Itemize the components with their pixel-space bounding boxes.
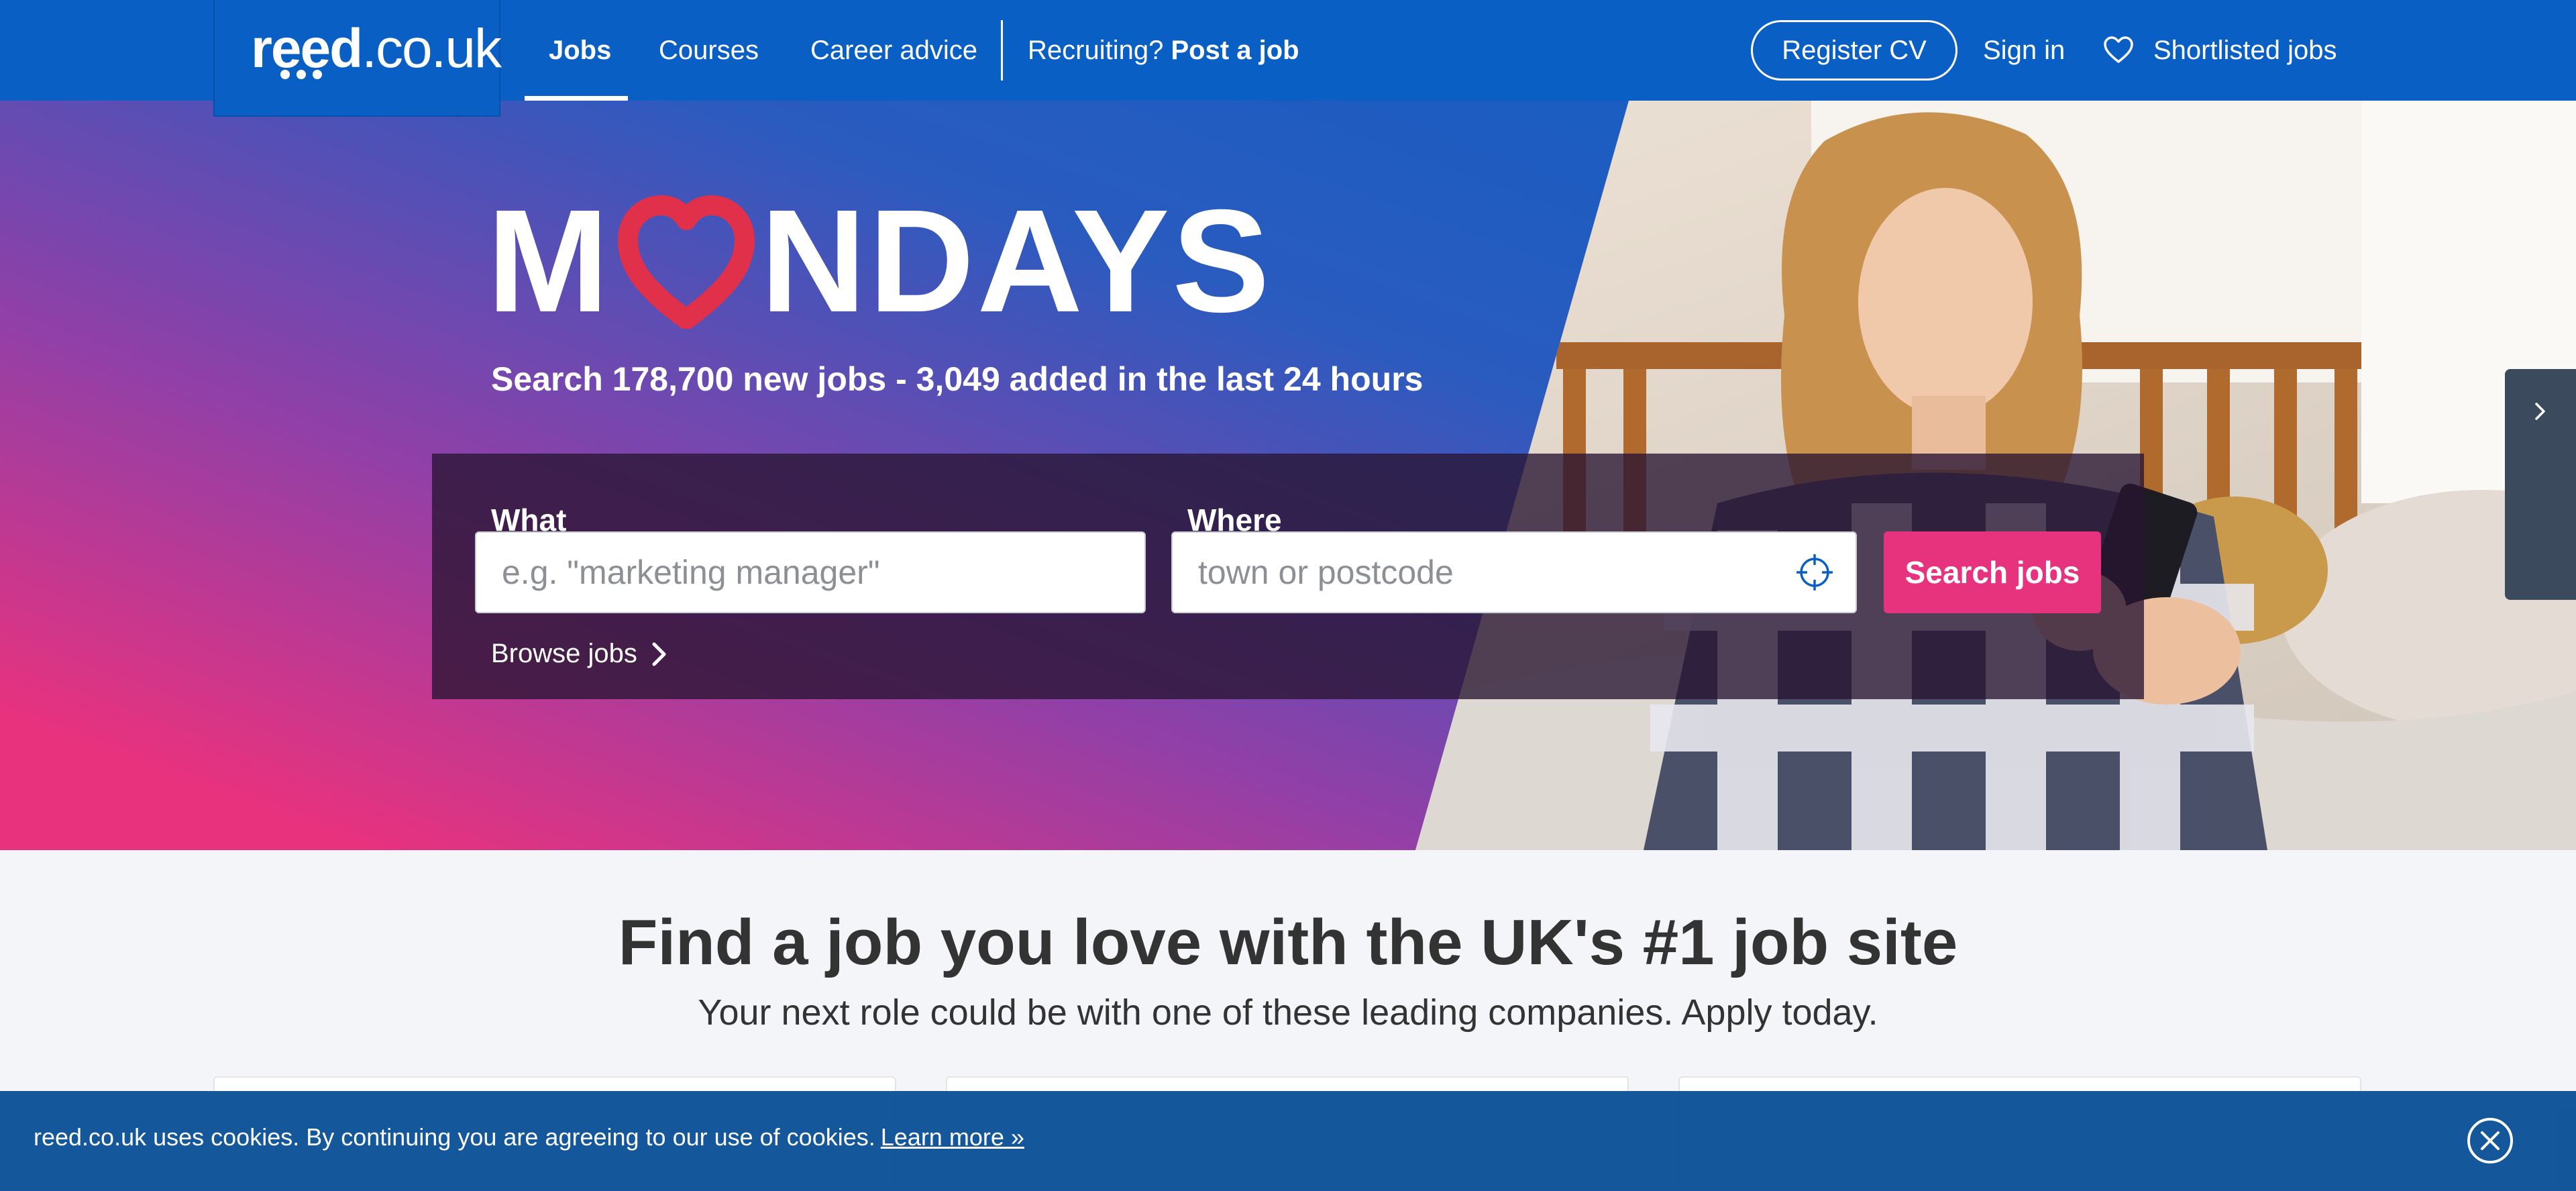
shortlisted-jobs-link[interactable]: Shortlisted jobs	[2153, 0, 2337, 101]
sign-in-link[interactable]: Sign in	[1983, 0, 2065, 101]
heart-letter-o-icon	[617, 195, 755, 329]
page: reed.co.uk Jobs Courses Career advice Re…	[0, 0, 2576, 1191]
mondays-banner-text: M NDAYS	[487, 180, 1273, 343]
logo-dots-icon	[280, 70, 322, 79]
nav-courses[interactable]: Courses	[659, 0, 759, 101]
nav-post-a-job[interactable]: Recruiting? Post a job	[1028, 0, 1299, 101]
banner-letter-m: M	[487, 180, 612, 343]
search-jobs-button[interactable]: Search jobs	[1884, 531, 2101, 613]
reed-logo[interactable]: reed.co.uk	[213, 0, 502, 117]
jobs-count-subline: Search 178,700 new jobs - 3,049 added in…	[491, 360, 1424, 398]
chevron-right-icon	[2535, 403, 2545, 420]
nav-divider	[1001, 20, 1003, 81]
side-panel-toggle[interactable]	[2505, 369, 2576, 600]
cookie-message: reed.co.uk uses cookies. By continuing y…	[34, 1123, 1024, 1151]
job-search-panel: What Where Search jobs Browse jobs	[432, 454, 2144, 699]
top-navigation: reed.co.uk Jobs Courses Career advice Re…	[0, 0, 2576, 117]
heart-outline-icon[interactable]	[2102, 35, 2135, 64]
cookie-message-text: reed.co.uk uses cookies. By continuing y…	[34, 1123, 875, 1151]
logo-domain: .co.uk	[362, 18, 502, 79]
crosshair-icon[interactable]	[1795, 553, 1834, 592]
what-input[interactable]	[475, 531, 1146, 613]
nav-jobs[interactable]: Jobs	[549, 0, 611, 101]
browse-jobs-label: Browse jobs	[491, 639, 637, 668]
banner-letters-ndays: NDAYS	[760, 180, 1273, 343]
headline-bold: UK's #1 job site	[1481, 907, 1958, 978]
main-headline: Find a job you love with the UK's #1 job…	[0, 906, 2576, 980]
where-input[interactable]	[1171, 531, 1857, 613]
hero-banner: M NDAYS Search 178,700 new jobs - 3,049 …	[0, 101, 2576, 850]
cookie-banner: reed.co.uk uses cookies. By continuing y…	[0, 1091, 2576, 1191]
cookie-learn-more-link[interactable]: Learn more »	[881, 1123, 1024, 1151]
main-subheadline: Your next role could be with one of thes…	[698, 992, 1878, 1033]
headline-plain: Find a job you love with the	[618, 907, 1463, 978]
browse-jobs-link[interactable]: Browse jobs	[491, 639, 668, 669]
nav-career-advice[interactable]: Career advice	[810, 0, 977, 101]
recruiting-prefix: Recruiting?	[1028, 36, 1164, 65]
register-cv-button[interactable]: Register CV	[1751, 20, 1957, 81]
nav-active-indicator	[525, 96, 628, 101]
close-circle-icon[interactable]	[2466, 1117, 2514, 1165]
chevron-right-icon	[652, 642, 666, 666]
post-a-job-label: Post a job	[1171, 36, 1299, 65]
